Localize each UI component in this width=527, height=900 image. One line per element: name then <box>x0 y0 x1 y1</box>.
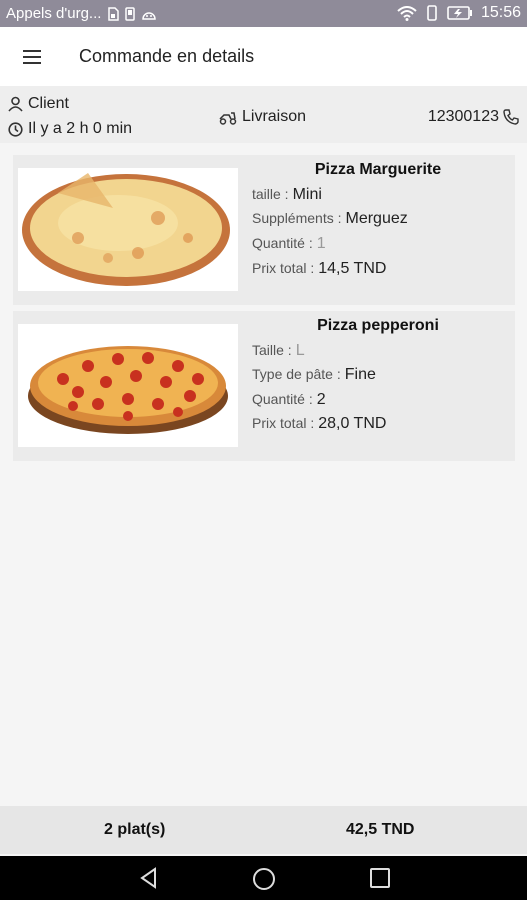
order-info: Client Il y a 2 h 0 min Livraison 123001… <box>0 86 527 143</box>
back-icon[interactable] <box>138 867 160 889</box>
phone-row[interactable]: 12300123 <box>428 108 519 126</box>
delivery-row: Livraison <box>219 108 306 126</box>
order-summary-footer: 2 plat(s) 42,5 TND <box>0 806 527 854</box>
recent-apps-icon[interactable] <box>369 867 391 889</box>
field-label: Suppléments : <box>252 210 342 226</box>
time-row: Il y a 2 h 0 min <box>8 120 132 138</box>
page-title: Commande en details <box>79 46 255 66</box>
battery-icon <box>447 6 472 20</box>
time-ago: Il y a 2 h 0 min <box>28 120 133 137</box>
carrier-text: Appels d'urg... <box>6 5 102 22</box>
field-value: 2 <box>316 391 326 408</box>
item-quantity-row: Quantité : 1 <box>252 235 326 253</box>
vibrate-icon <box>427 5 437 21</box>
client-row: Client <box>8 95 69 113</box>
field-value: Fine <box>344 366 376 383</box>
item-name: Pizza pepperoni <box>317 317 439 334</box>
item-price-row: Prix total : 14,5 TND <box>252 260 386 278</box>
navigation-bar <box>0 856 527 900</box>
item-quantity-row: Quantité : 2 <box>252 391 326 409</box>
field-label: Quantité : <box>252 235 313 251</box>
delivery-scooter-icon <box>219 111 237 125</box>
wifi-icon <box>397 5 417 21</box>
item-size-row: taille : Mini <box>252 186 322 204</box>
field-value: 14,5 TND <box>318 260 387 277</box>
pizza-margherita-image <box>22 173 230 286</box>
hamburger-icon[interactable] <box>23 49 41 64</box>
sd-card-icon <box>125 6 136 21</box>
delivery-label: Livraison <box>242 108 307 125</box>
pizza-image <box>18 324 238 447</box>
item-name: Pizza Marguerite <box>314 161 442 178</box>
pizza-image <box>18 168 238 291</box>
status-bar: Appels d'urg... 15:56 <box>0 0 527 27</box>
phone-icon[interactable] <box>503 109 519 125</box>
field-label: Prix total : <box>252 415 315 431</box>
pizza-pepperoni-image <box>28 346 228 434</box>
order-total: 42,5 TND <box>346 821 415 838</box>
clock-text: 15:56 <box>480 4 521 21</box>
sim-icon <box>108 6 120 21</box>
field-value: 1 <box>316 235 326 252</box>
order-item-card[interactable]: Pizza pepperoni Taille : L Type de pâte … <box>13 311 515 461</box>
field-value: L <box>295 342 305 359</box>
user-icon <box>8 96 23 112</box>
field-label: Prix total : <box>252 260 315 276</box>
plates-count: 2 plat(s) <box>104 821 166 838</box>
field-label: taille : <box>252 186 289 202</box>
field-value: 28,0 TND <box>318 415 387 432</box>
clock-icon <box>8 121 23 137</box>
phone-number: 12300123 <box>427 108 499 125</box>
field-value: Mini <box>292 186 322 203</box>
app-bar: Commande en details <box>0 27 527 86</box>
field-value: Merguez <box>345 210 408 227</box>
item-crust-row: Type de pâte : Fine <box>252 366 376 384</box>
field-label: Quantité : <box>252 391 313 407</box>
home-icon[interactable] <box>252 867 276 891</box>
client-label: Client <box>28 95 69 112</box>
android-icon <box>142 11 157 20</box>
item-size-row: Taille : L <box>252 342 305 360</box>
item-extras-row: Suppléments : Merguez <box>252 210 408 228</box>
field-label: Type de pâte : <box>252 366 341 382</box>
order-item-card[interactable]: Pizza Marguerite taille : Mini Supplémen… <box>13 155 515 305</box>
field-label: Taille : <box>252 342 292 358</box>
item-price-row: Prix total : 28,0 TND <box>252 415 386 433</box>
